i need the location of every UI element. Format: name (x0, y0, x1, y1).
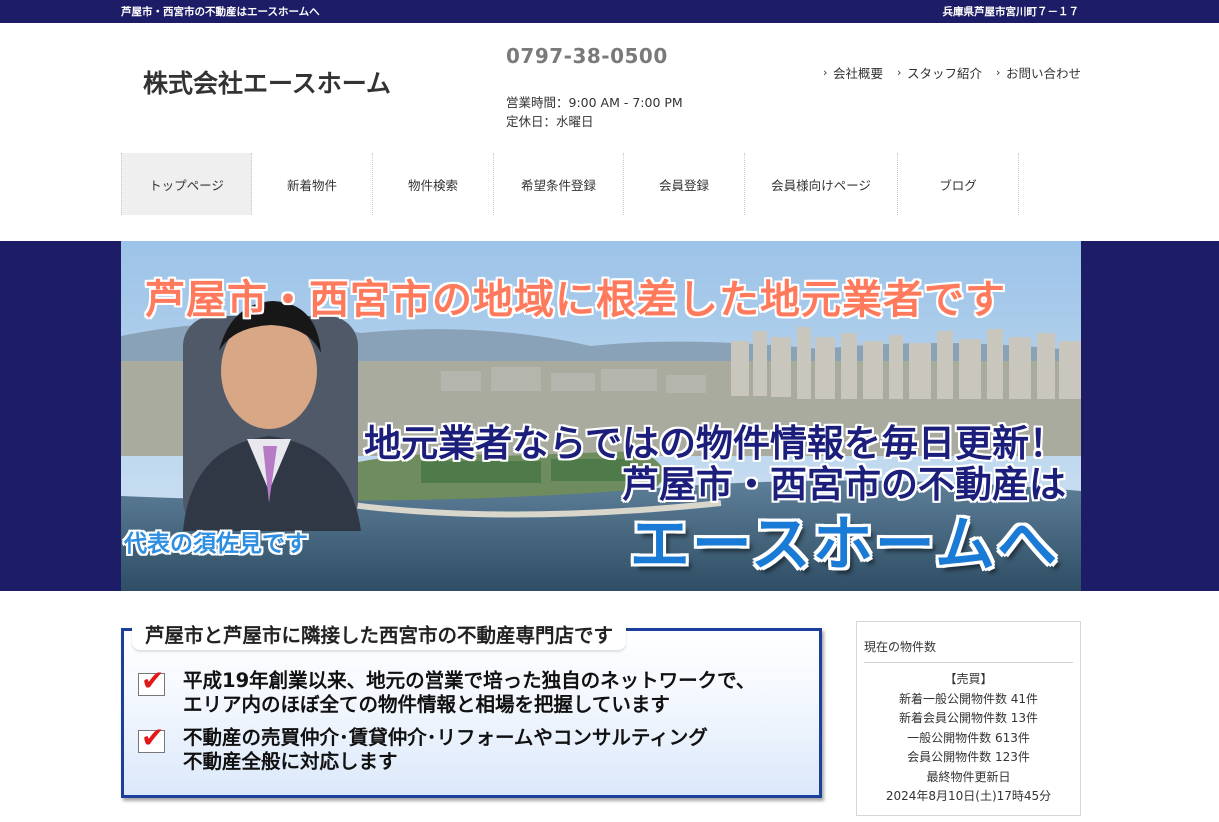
promo-point-line: 平成19年創業以来、地元の営業で培った独自のネットワークで、 (183, 669, 756, 692)
company-logo-text[interactable]: 株式会社エースホーム (143, 64, 391, 100)
chevron-right-icon: › (822, 66, 828, 79)
business-hours: 営業時間：9:00 AM - 7:00 PM 定休日：水曜日 (506, 93, 683, 131)
global-nav: トップページ 新着物件 物件検索 希望条件登録 会員登録 会員様向けページ ブロ… (121, 153, 1019, 215)
promo-box: 芦屋市と芦屋市に隣接した西宮市の不動産専門店です ✔ 平成19年創業以来、地元の… (121, 617, 822, 798)
link-company-profile[interactable]: › 会社概要 (823, 63, 883, 82)
representative-caption: 代表の須佐見です (124, 531, 308, 557)
company-address: 兵庫県芦屋市宮川町７－１７ (942, 6, 1080, 18)
link-contact[interactable]: › お問い合わせ (996, 63, 1081, 82)
divider (864, 662, 1073, 663)
holiday-text: 定休日：水曜日 (506, 114, 594, 129)
check-icon: ✔ (141, 664, 165, 697)
count-row: 会員公開物件数 123件 (907, 750, 1030, 764)
phone-number: 0797-38-0500 (506, 44, 668, 68)
nav-item-blog[interactable]: ブログ (898, 153, 1019, 215)
promo-point: ✔ 不動産の売買仲介･賃貸仲介･リフォームやコンサルティング 不動産全般に対応し… (138, 721, 708, 774)
count-list: 【売買】 新着一般公開物件数 41件 新着会員公開物件数 13件 一般公開物件数… (857, 670, 1080, 807)
nav-item-wish[interactable]: 希望条件登録 (494, 153, 624, 215)
nav-item-register[interactable]: 会員登録 (624, 153, 745, 215)
link-label: 会社概要 (832, 66, 883, 81)
link-label: お問い合わせ (1005, 66, 1081, 81)
nav-item-top[interactable]: トップページ (121, 153, 252, 215)
checkbox-icon: ✔ (138, 721, 165, 754)
check-icon: ✔ (141, 721, 165, 754)
link-label: スタッフ紹介 (906, 66, 982, 81)
promo-point-text: 不動産の売買仲介･賃貸仲介･リフォームやコンサルティング 不動産全般に対応します (183, 726, 708, 774)
nav-item-search[interactable]: 物件検索 (373, 153, 494, 215)
checkbox-icon: ✔ (138, 664, 165, 697)
count-row: 一般公開物件数 613件 (907, 730, 1030, 745)
top-bar: 芦屋市・西宮市の不動産はエースホームへ 兵庫県芦屋市宮川町７－１７ (0, 0, 1219, 23)
site-tagline: 芦屋市・西宮市の不動産はエースホームへ (121, 6, 320, 18)
promo-point-line: 不動産の売買仲介･賃貸仲介･リフォームやコンサルティング (183, 726, 708, 749)
link-staff[interactable]: › スタッフ紹介 (897, 63, 982, 82)
count-row: 最終物件更新日 (926, 769, 1011, 784)
nav-item-members[interactable]: 会員様向けページ (745, 153, 898, 215)
count-category: 【売買】 (944, 672, 993, 686)
promo-title: 芦屋市と芦屋市に隣接した西宮市の不動産専門店です (132, 617, 627, 650)
header-links: › 会社概要 › スタッフ紹介 › お問い合わせ (823, 63, 1081, 82)
promo-point-text: 平成19年創業以来、地元の営業で培った独自のネットワークで、 エリア内のほぼ全て… (183, 669, 755, 717)
count-row: 新着会員公開物件数 13件 (898, 711, 1039, 725)
count-row: 2024年8月10日(土)17時45分 (885, 789, 1052, 803)
hero-headline: 芦屋市・西宮市の地域に根差した地元業者です (145, 277, 1006, 323)
nav-item-new[interactable]: 新着物件 (252, 153, 373, 215)
promo-point-line: 不動産全般に対応します (183, 750, 398, 773)
chevron-right-icon: › (896, 66, 902, 79)
property-count-widget: 現在の物件数 【売買】 新着一般公開物件数 41件 新着会員公開物件数 13件 … (856, 621, 1081, 816)
chevron-right-icon: › (995, 66, 1001, 79)
widget-heading: 現在の物件数 (864, 640, 937, 654)
promo-point: ✔ 平成19年創業以来、地元の営業で培った独自のネットワークで、 エリア内のほぼ… (138, 664, 755, 717)
hours-text: 営業時間：9:00 AM - 7:00 PM (506, 95, 683, 110)
hero-brand: エースホームへ (629, 510, 1059, 580)
promo-point-line: エリア内のほぼ全ての物件情報と相場を把握しています (183, 693, 670, 716)
count-row: 新着一般公開物件数 41件 (898, 691, 1039, 706)
hero-banner: 芦屋市・西宮市の地域に根差した地元業者です 地元業者ならではの物件情報を毎日更新… (121, 241, 1081, 591)
